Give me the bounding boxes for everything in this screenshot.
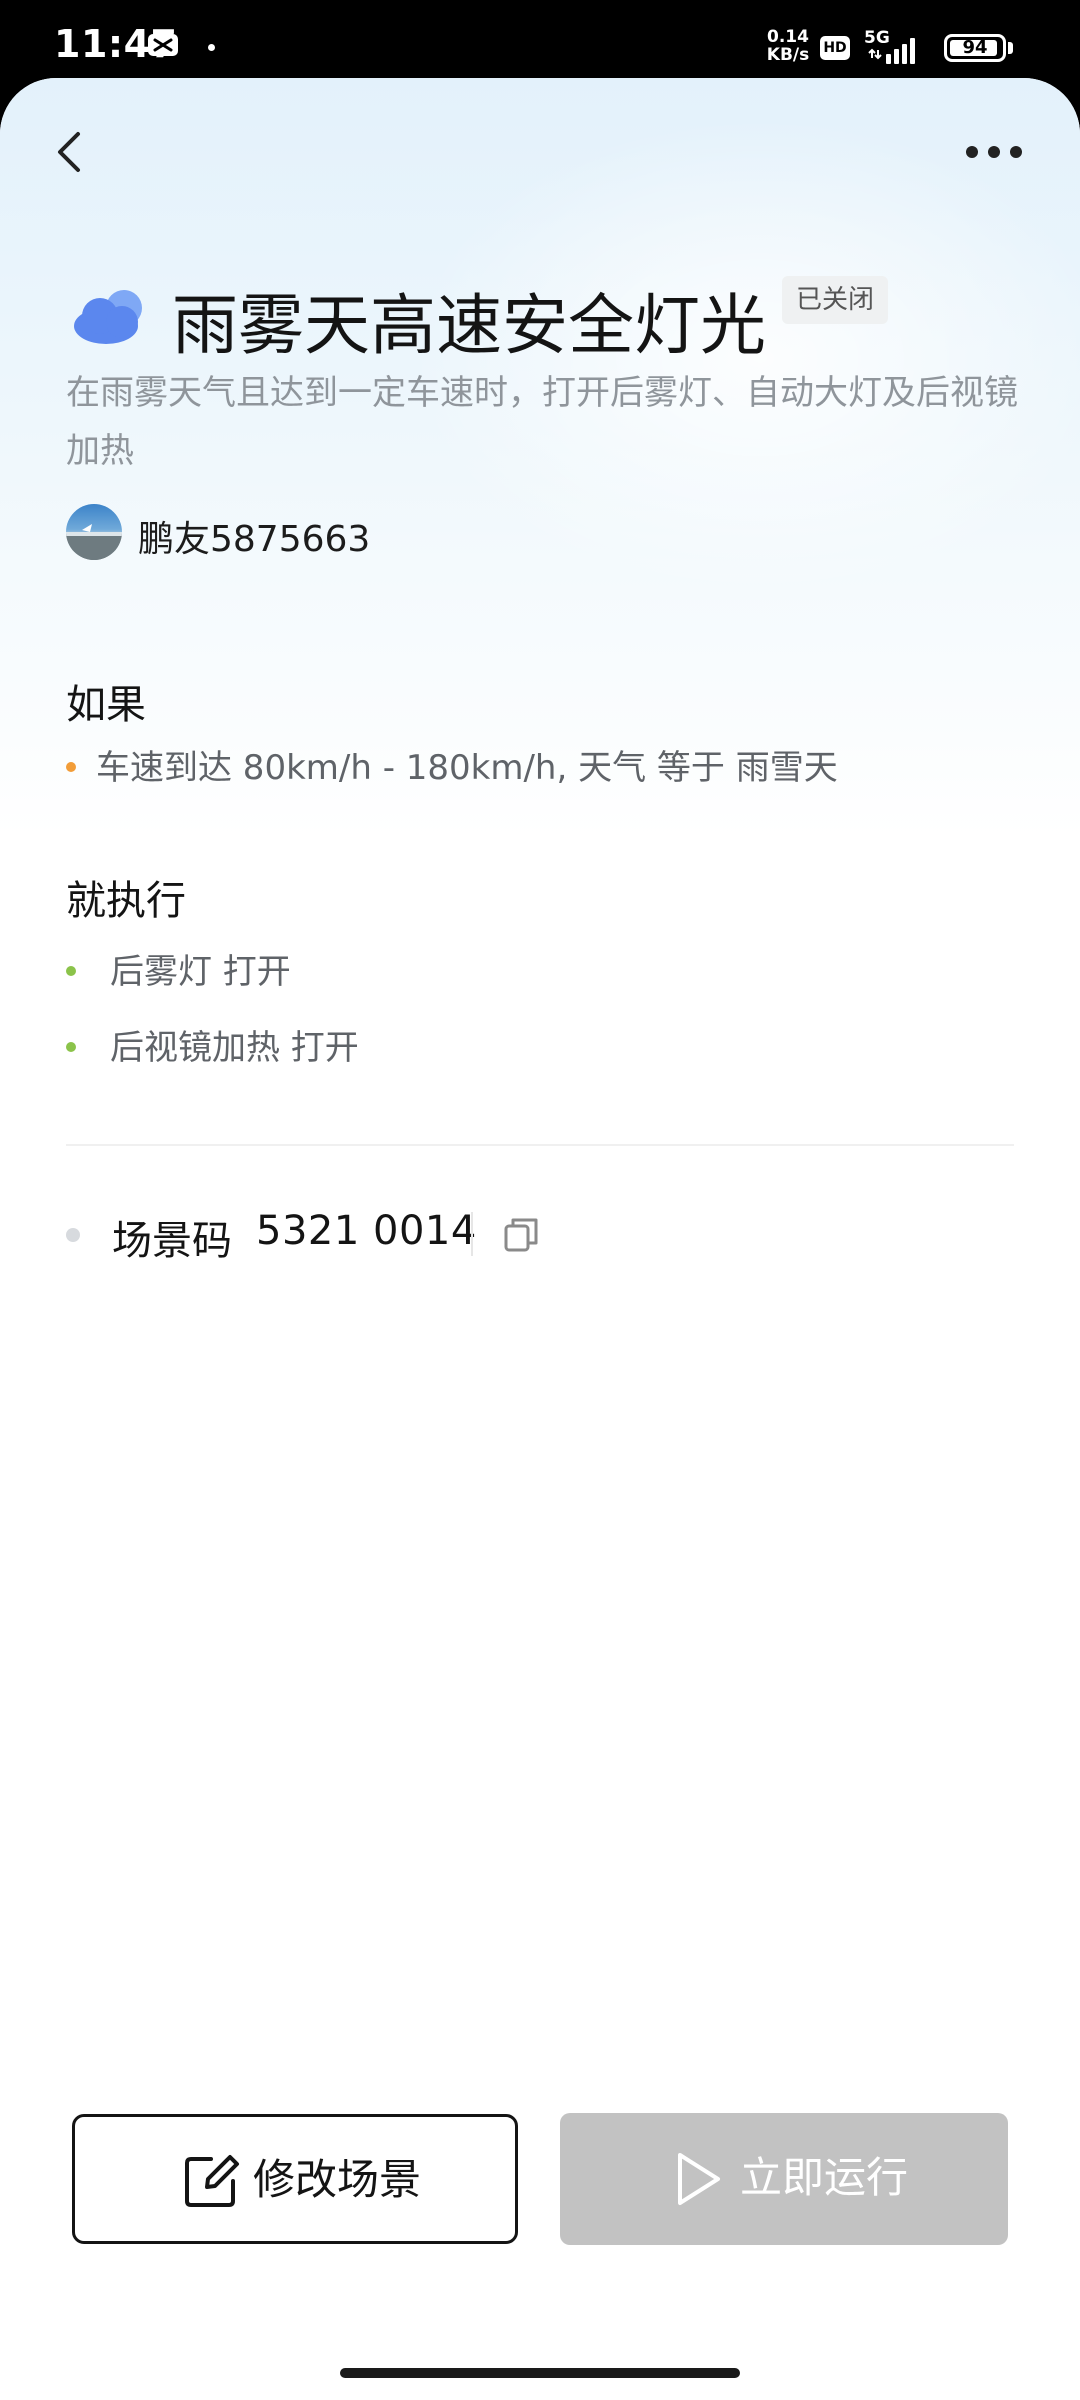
condition-bullet <box>66 762 76 772</box>
network-speed-unit: KB/s <box>766 45 810 65</box>
action-item: 后视镜加热 打开 <box>66 1022 1026 1074</box>
edit-scene-label: 修改场景 <box>253 2155 422 2204</box>
notification-app-icon <box>148 34 178 56</box>
more-button[interactable] <box>954 122 1034 182</box>
play-icon <box>678 2153 720 2205</box>
network-speed: 0.14 KB/s <box>760 28 816 64</box>
scene-description: 在雨雾天气且达到一定车速时，打开后雾灯、自动大灯及后视镜加热 <box>66 373 1018 471</box>
battery-icon: 94 <box>944 34 1006 62</box>
home-indicator[interactable] <box>340 2368 740 2378</box>
conditions-title: 如果 <box>66 682 146 728</box>
scene-code-value: 5321 0014 <box>256 1208 477 1254</box>
status-bar: 11:47 0.14 KB/s HD 5G 94 <box>0 0 1080 86</box>
copy-button[interactable] <box>494 1208 550 1264</box>
battery-tip <box>1008 42 1013 54</box>
scene-status-badge: 已关闭 <box>782 276 888 324</box>
scene-code-bullet <box>66 1228 80 1242</box>
action-item: 后雾灯 打开 <box>66 946 1026 998</box>
edit-scene-button[interactable]: 修改场景 <box>72 2114 518 2244</box>
run-now-button[interactable]: 立即运行 <box>560 2113 1008 2245</box>
network-speed-value: 0.14 <box>767 27 809 47</box>
hd-badge: HD <box>820 36 850 60</box>
action-bullet <box>66 966 76 976</box>
run-now-label: 立即运行 <box>740 2153 909 2202</box>
author-name: 鹏友5875663 <box>138 519 371 560</box>
condition-item: 车速到达 80km/h - 180km/h, 天气 等于 雨雪天 <box>66 742 1026 794</box>
action-bullet <box>66 1042 76 1052</box>
scene-code-label: 场景码 <box>112 1218 232 1264</box>
actions-title: 就执行 <box>66 878 186 924</box>
cloud-icon <box>70 286 150 346</box>
scene-code-separator <box>471 1212 473 1256</box>
notification-dot <box>208 44 215 51</box>
back-button[interactable] <box>40 120 104 184</box>
battery-level: 94 <box>962 37 988 58</box>
copy-icon <box>504 1218 538 1252</box>
scene-title: 雨雾天高速安全灯光 <box>172 287 766 364</box>
scene-code-row: 场景码 5321 0014 <box>66 1204 1026 1268</box>
avatar <box>66 504 122 560</box>
action-text: 后雾灯 打开 <box>110 952 291 992</box>
scene-detail-page: 雨雾天高速安全灯光 已关闭 在雨雾天气且达到一定车速时，打开后雾灯、自动大灯及后… <box>0 78 1080 2400</box>
more-horizontal-icon <box>966 146 1022 158</box>
divider <box>66 1144 1014 1146</box>
signal-icon <box>868 36 928 70</box>
edit-icon <box>185 2155 239 2207</box>
condition-text: 车速到达 80km/h - 180km/h, 天气 等于 雨雪天 <box>96 748 838 788</box>
action-text: 后视镜加热 打开 <box>110 1028 359 1068</box>
chevron-left-icon <box>58 132 80 172</box>
